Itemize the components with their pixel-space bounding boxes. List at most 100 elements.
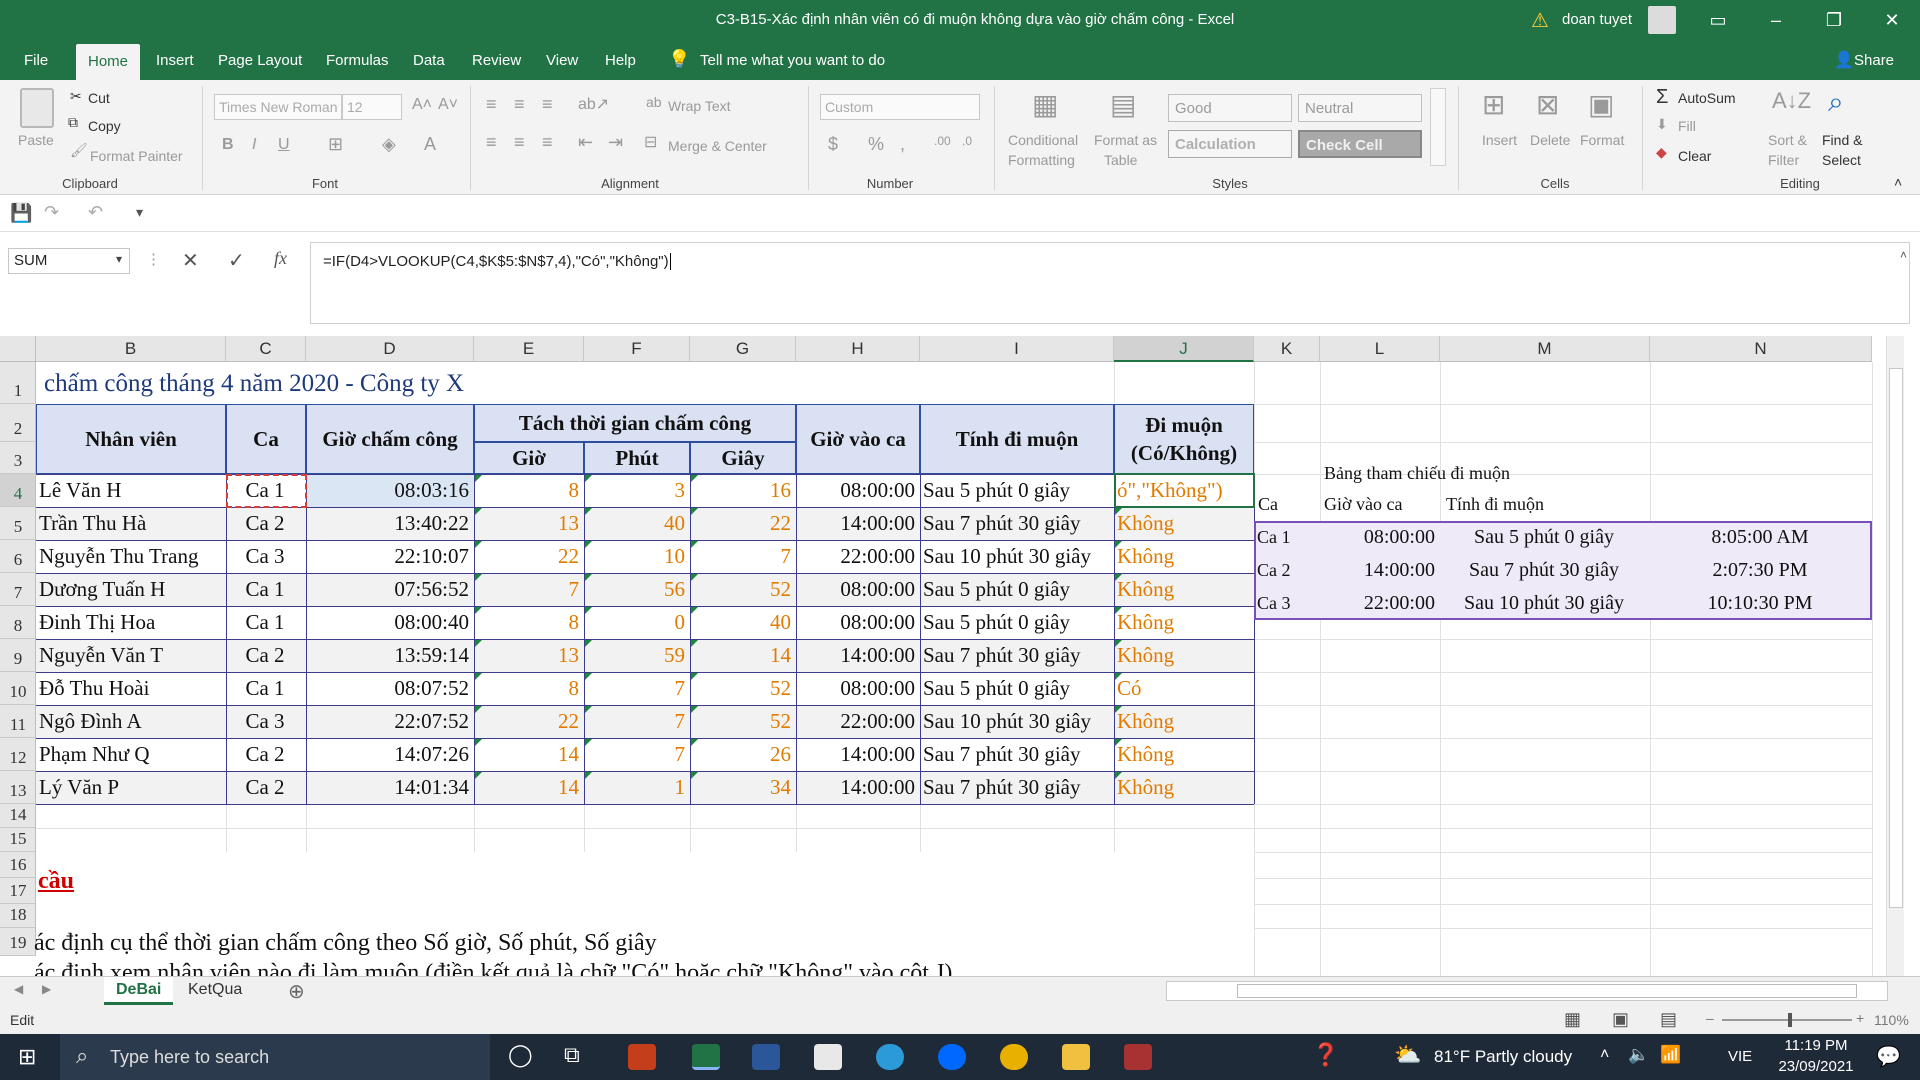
share-button[interactable]: Share [1854,40,1894,80]
cell-name[interactable]: Phạm Như Q [39,739,221,770]
zoom-in-icon[interactable]: + [1856,1010,1864,1026]
cell-calc[interactable]: Sau 5 phút 0 giây [923,574,1109,605]
column-header-n[interactable]: N [1650,336,1872,362]
font-size-select[interactable]: 12 [342,94,402,120]
collapse-ribbon-icon[interactable]: ˄ [1894,174,1902,190]
zoom-out-icon[interactable]: – [1706,1010,1714,1026]
winrar-icon[interactable] [1124,1044,1152,1070]
autosum-button[interactable]: AutoSum [1678,90,1736,106]
ref-cell-time[interactable]: 10:10:30 PM [1653,588,1867,619]
powerpoint-icon[interactable] [628,1044,656,1070]
style-good[interactable]: Good [1168,94,1292,122]
cell-ca[interactable]: Ca 1 [229,475,301,506]
cell-name[interactable]: Ngô Đình A [39,706,221,737]
cell-late[interactable]: Có [1117,673,1249,704]
page-layout-view-icon[interactable]: ▣ [1612,1009,1629,1030]
cell-h[interactable]: 14 [477,772,579,803]
cell-ca[interactable]: Ca 3 [229,541,301,572]
cell-late[interactable]: Không [1117,640,1249,671]
format-painter-button[interactable]: Format Painter [90,148,183,164]
style-calculation[interactable]: Calculation [1168,130,1292,158]
cell-late[interactable]: Không [1117,541,1249,572]
cell-calc[interactable]: Sau 7 phút 30 giây [923,640,1109,671]
ref-header-calc[interactable]: Tính đi muộn [1446,489,1544,520]
row-header[interactable]: 12 [0,738,36,771]
delete-cells-button[interactable]: Delete [1530,132,1570,148]
cell-ca[interactable]: Ca 3 [229,706,301,737]
ref-cell-calc[interactable]: Sau 5 phút 0 giây [1443,522,1645,553]
cell-m[interactable]: 40 [587,508,685,539]
tab-data[interactable]: Data [413,40,445,80]
close-button[interactable]: ✕ [1864,0,1920,40]
clock-time[interactable]: 11:19 PM [1776,1037,1856,1054]
number-format-select[interactable]: Custom [820,94,980,120]
cell-h[interactable]: 7 [477,574,580,605]
cell-start[interactable]: 14:00:00 [799,508,915,539]
column-header-j[interactable]: J [1114,336,1254,362]
row-header[interactable]: 2 [0,404,36,442]
grow-font-icon[interactable]: A˄ [412,96,432,114]
zalo-icon[interactable] [938,1044,966,1070]
input-language[interactable]: VIE [1728,1048,1752,1065]
ref-cell-time[interactable]: 8:05:00 AM [1653,522,1867,553]
ref-cell-ca[interactable]: Ca 3 [1257,588,1315,619]
cell-late[interactable]: Không [1117,772,1249,803]
cell-m[interactable]: 7 [587,739,686,770]
align-right-icon[interactable]: ≡ [542,132,553,153]
currency-icon[interactable]: $ [828,134,838,155]
sheet-tab-ketqua[interactable]: KetQua [176,977,254,1005]
comma-icon[interactable]: , [900,134,905,155]
formula-input[interactable]: =IF(D4>VLOOKUP(C4,$K$5:$N$7,4),"Có","Khô… [310,242,1910,324]
cell-h[interactable]: 22 [477,706,579,737]
cell-m[interactable]: 0 [587,607,686,638]
tell-me-input[interactable]: Tell me what you want to do [700,40,885,80]
requirements-title[interactable]: cầu [38,866,74,897]
ref-cell-start[interactable]: 14:00:00 [1323,555,1435,586]
ref-title[interactable]: Bảng tham chiếu đi muộn [1324,458,1510,489]
cell-ca[interactable]: Ca 2 [229,739,301,770]
cell-h[interactable]: 14 [477,739,579,770]
cell-ca[interactable]: Ca 1 [229,574,301,605]
cell-calc[interactable]: Sau 7 phút 30 giây [923,508,1109,539]
name-box-dropdown-icon[interactable]: ▾ [116,252,122,266]
cell-ca[interactable]: Ca 2 [229,508,301,539]
cell-start[interactable]: 08:00:00 [799,607,915,638]
style-neutral[interactable]: Neutral [1298,94,1422,122]
widgets-icon[interactable]: ⧉ [564,1042,580,1068]
column-header-b[interactable]: B [36,336,226,362]
cell-start[interactable]: 14:00:00 [799,772,915,803]
column-header-k[interactable]: K [1254,336,1320,362]
cell-time[interactable]: 14:01:34 [309,772,469,803]
weather-text[interactable]: 81°F Partly cloudy [1434,1047,1572,1067]
wrap-text-button[interactable]: Wrap Text [668,98,731,114]
requirement-2[interactable]: ác định xem nhân viên nào đi làm muộn (đ… [34,958,952,976]
insert-cells-button[interactable]: Insert [1482,132,1517,148]
cell-s[interactable]: 22 [693,508,791,539]
tab-formulas[interactable]: Formulas [326,40,389,80]
paste-icon[interactable] [20,88,54,128]
format-as-table-button[interactable]: Format as [1094,132,1157,148]
cell-m[interactable]: 10 [587,541,685,572]
ribbon-display-icon[interactable]: ▭ [1690,0,1746,40]
collapse-formula-icon[interactable]: ˄ [1900,248,1907,262]
cell-time[interactable]: 08:00:40 [309,607,469,638]
cell-m[interactable]: 3 [587,475,686,506]
cell-calc[interactable]: Sau 10 phút 30 giây [923,706,1109,737]
ref-cell-calc[interactable]: Sau 10 phút 30 giây [1443,588,1645,619]
tab-page-layout[interactable]: Page Layout [218,40,302,80]
header-split-time[interactable]: Tách thời gian chấm công [474,404,796,442]
next-sheet-icon[interactable]: ▶ [42,982,51,996]
column-header-c[interactable]: C [226,336,306,362]
row-header[interactable]: 8 [0,606,36,639]
row-header[interactable]: 3 [0,442,36,474]
cell-s[interactable]: 40 [693,607,791,638]
windows-start-icon[interactable]: ⊞ [18,1044,36,1070]
app-icon[interactable] [814,1044,842,1070]
paste-button[interactable]: Paste [18,132,54,148]
column-header-l[interactable]: L [1320,336,1440,362]
row-header[interactable]: 7 [0,573,36,606]
column-header-e[interactable]: E [474,336,584,362]
column-header-h[interactable]: H [796,336,920,362]
header-hour[interactable]: Giờ [474,442,584,474]
help-icon[interactable]: ❓ [1312,1042,1339,1068]
